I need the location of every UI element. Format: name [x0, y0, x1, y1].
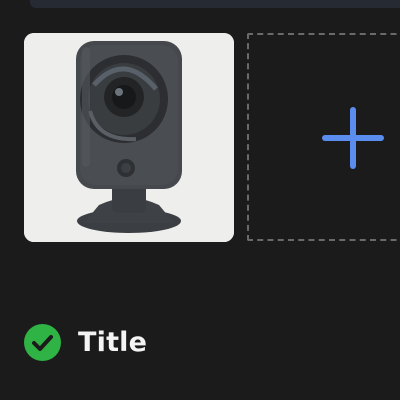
media-picker-screen: Title [0, 0, 400, 400]
title-row: Title [24, 323, 147, 361]
security-camera-image [24, 33, 234, 242]
title-label: Title [78, 326, 148, 358]
top-strip [0, 0, 400, 8]
top-bar-edge [30, 0, 400, 8]
photo-thumbnail[interactable] [24, 33, 234, 242]
check-circle-icon [24, 323, 61, 361]
plus-icon [322, 107, 384, 169]
add-media-button[interactable] [247, 33, 400, 241]
